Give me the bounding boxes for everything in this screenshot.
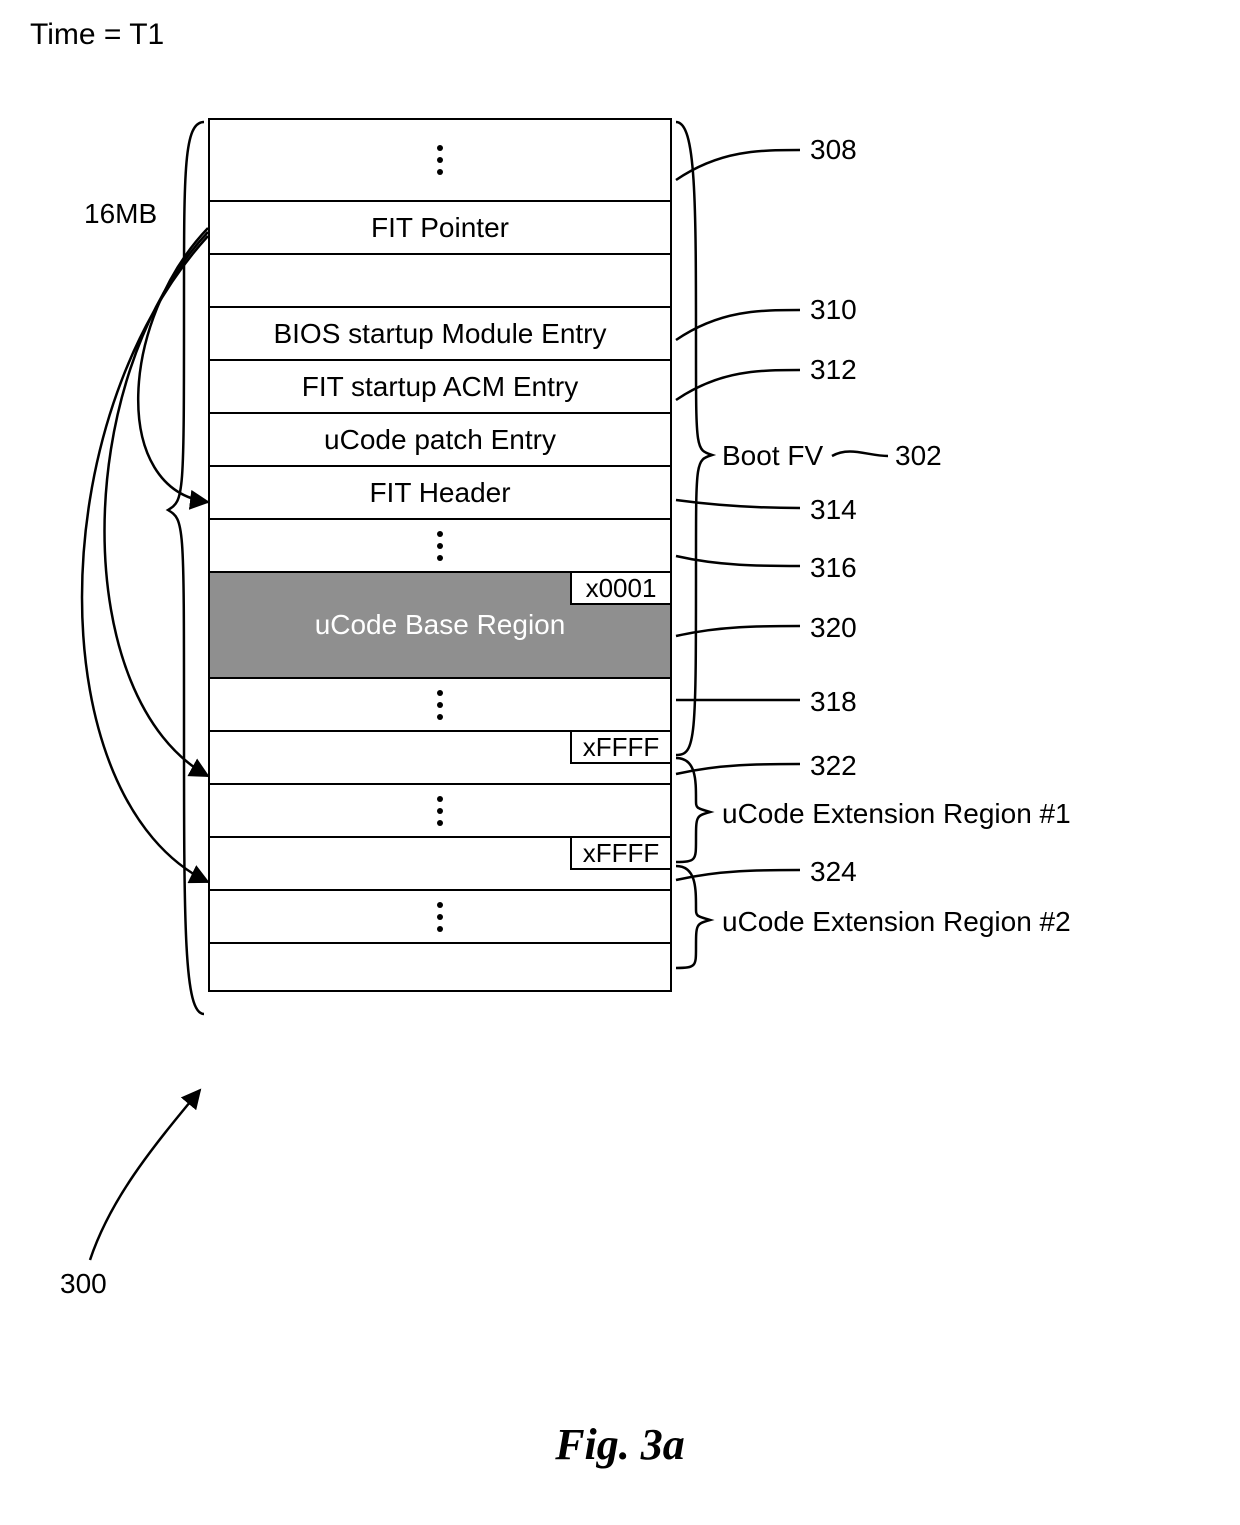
brace-ext1 bbox=[676, 758, 710, 862]
row-bottom bbox=[210, 942, 670, 990]
row-ellipsis-5 bbox=[210, 889, 670, 942]
tag-ext1: xFFFF bbox=[570, 732, 670, 764]
ref-318: 318 bbox=[810, 686, 857, 718]
tag-base: x0001 bbox=[570, 573, 670, 605]
ref-320: 320 bbox=[810, 612, 857, 644]
row-fit-acm: FIT startup ACM Entry bbox=[210, 359, 670, 412]
brace-bootfv bbox=[676, 122, 712, 755]
arrow-2 bbox=[105, 232, 209, 776]
row-ucode-patch: uCode patch Entry bbox=[210, 412, 670, 465]
row-ext1: xFFFF bbox=[210, 730, 670, 783]
ref-310: 310 bbox=[810, 294, 857, 326]
row-ellipsis-2 bbox=[210, 518, 670, 571]
ref-300: 300 bbox=[60, 1268, 107, 1300]
row-fit-header: FIT Header bbox=[210, 465, 670, 518]
ref-316: 316 bbox=[810, 552, 857, 584]
row-ucode-base-region: uCode Base Region x0001 bbox=[210, 571, 670, 677]
tag-ext2: xFFFF bbox=[570, 838, 670, 870]
row-ellipsis-3 bbox=[210, 677, 670, 730]
row-ext2: xFFFF bbox=[210, 836, 670, 889]
label-bootfv: Boot FV bbox=[722, 440, 823, 472]
lead-324 bbox=[676, 870, 800, 880]
lead-300 bbox=[90, 1090, 200, 1260]
ref-324: 324 bbox=[810, 856, 857, 888]
ellipsis-icon bbox=[437, 902, 443, 932]
figure-caption: Fig. 3a bbox=[0, 1419, 1240, 1470]
row-ellipsis-top bbox=[210, 120, 670, 200]
lead-310 bbox=[676, 310, 800, 340]
lead-308 bbox=[676, 150, 800, 180]
label-ext2: uCode Extension Region #2 bbox=[722, 906, 1071, 938]
memory-map: FIT Pointer BIOS startup Module Entry FI… bbox=[208, 118, 672, 992]
label-16mb: 16MB bbox=[84, 198, 157, 230]
ellipsis-icon bbox=[437, 145, 443, 175]
lead-312 bbox=[676, 370, 800, 400]
row-fit-pointer: FIT Pointer bbox=[210, 200, 670, 253]
lead-320 bbox=[676, 626, 800, 636]
ellipsis-icon bbox=[437, 690, 443, 720]
arrow-3 bbox=[82, 236, 208, 882]
row-blank-1 bbox=[210, 253, 670, 306]
row-bios-startup: BIOS startup Module Entry bbox=[210, 306, 670, 359]
lead-314 bbox=[676, 500, 800, 508]
ellipsis-icon bbox=[437, 796, 443, 826]
ref-312: 312 bbox=[810, 354, 857, 386]
arrow-1 bbox=[138, 228, 208, 502]
row-ellipsis-4 bbox=[210, 783, 670, 836]
diagram-page: Time = T1 FIT Pointer BIOS startup Modul… bbox=[0, 0, 1240, 1525]
label-ext1: uCode Extension Region #1 bbox=[722, 798, 1071, 830]
brace-ext2 bbox=[676, 866, 710, 968]
brace-left bbox=[168, 122, 204, 1014]
lead-322 bbox=[676, 764, 800, 774]
conn-302 bbox=[832, 452, 888, 456]
ellipsis-icon bbox=[437, 531, 443, 561]
ref-308: 308 bbox=[810, 134, 857, 166]
ref-322: 322 bbox=[810, 750, 857, 782]
time-label: Time = T1 bbox=[30, 18, 164, 52]
ref-314: 314 bbox=[810, 494, 857, 526]
row-label: uCode Base Region bbox=[315, 609, 566, 641]
ref-302: 302 bbox=[895, 440, 942, 472]
lead-316 bbox=[676, 556, 800, 566]
